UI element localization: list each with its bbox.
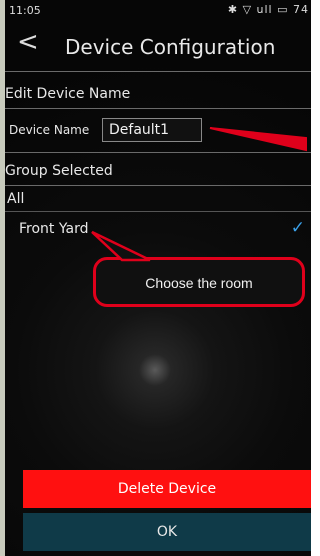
delete-device-button[interactable]: Delete Device bbox=[23, 470, 311, 508]
ok-button[interactable]: OK bbox=[23, 513, 311, 551]
group-item-front-yard[interactable]: Front Yard bbox=[19, 221, 88, 237]
group-item-all[interactable]: All bbox=[7, 191, 24, 207]
screenshot-frame: 11:05 ✱ ▽ ull ▭ 74 < Device Configuratio… bbox=[0, 0, 311, 556]
status-bar: 11:05 ✱ ▽ ull ▭ 74 bbox=[5, 0, 311, 24]
callout-text: Choose the room bbox=[145, 275, 253, 291]
device-name-label: Device Name bbox=[9, 123, 90, 137]
phone-screen: 11:05 ✱ ▽ ull ▭ 74 < Device Configuratio… bbox=[5, 0, 311, 556]
header-divider bbox=[5, 71, 311, 72]
callout-bubble: Choose the room bbox=[93, 257, 305, 307]
device-name-input[interactable]: Default1 bbox=[102, 118, 202, 142]
checkmark-icon: ✓ bbox=[290, 218, 305, 238]
header-bar: < Device Configuration bbox=[5, 25, 311, 71]
group-selected-heading: Group Selected bbox=[5, 163, 113, 179]
edit-section-divider bbox=[5, 108, 311, 109]
status-time: 11:05 bbox=[9, 4, 41, 17]
status-icons: ✱ ▽ ull ▭ 74 bbox=[227, 3, 309, 16]
back-arrow-icon[interactable]: < bbox=[17, 27, 39, 57]
group-item-divider bbox=[5, 211, 311, 212]
page-title: Device Configuration bbox=[65, 35, 276, 59]
field-divider bbox=[5, 152, 311, 153]
edit-device-name-heading: Edit Device Name bbox=[5, 86, 131, 102]
group-heading-divider bbox=[5, 185, 311, 186]
